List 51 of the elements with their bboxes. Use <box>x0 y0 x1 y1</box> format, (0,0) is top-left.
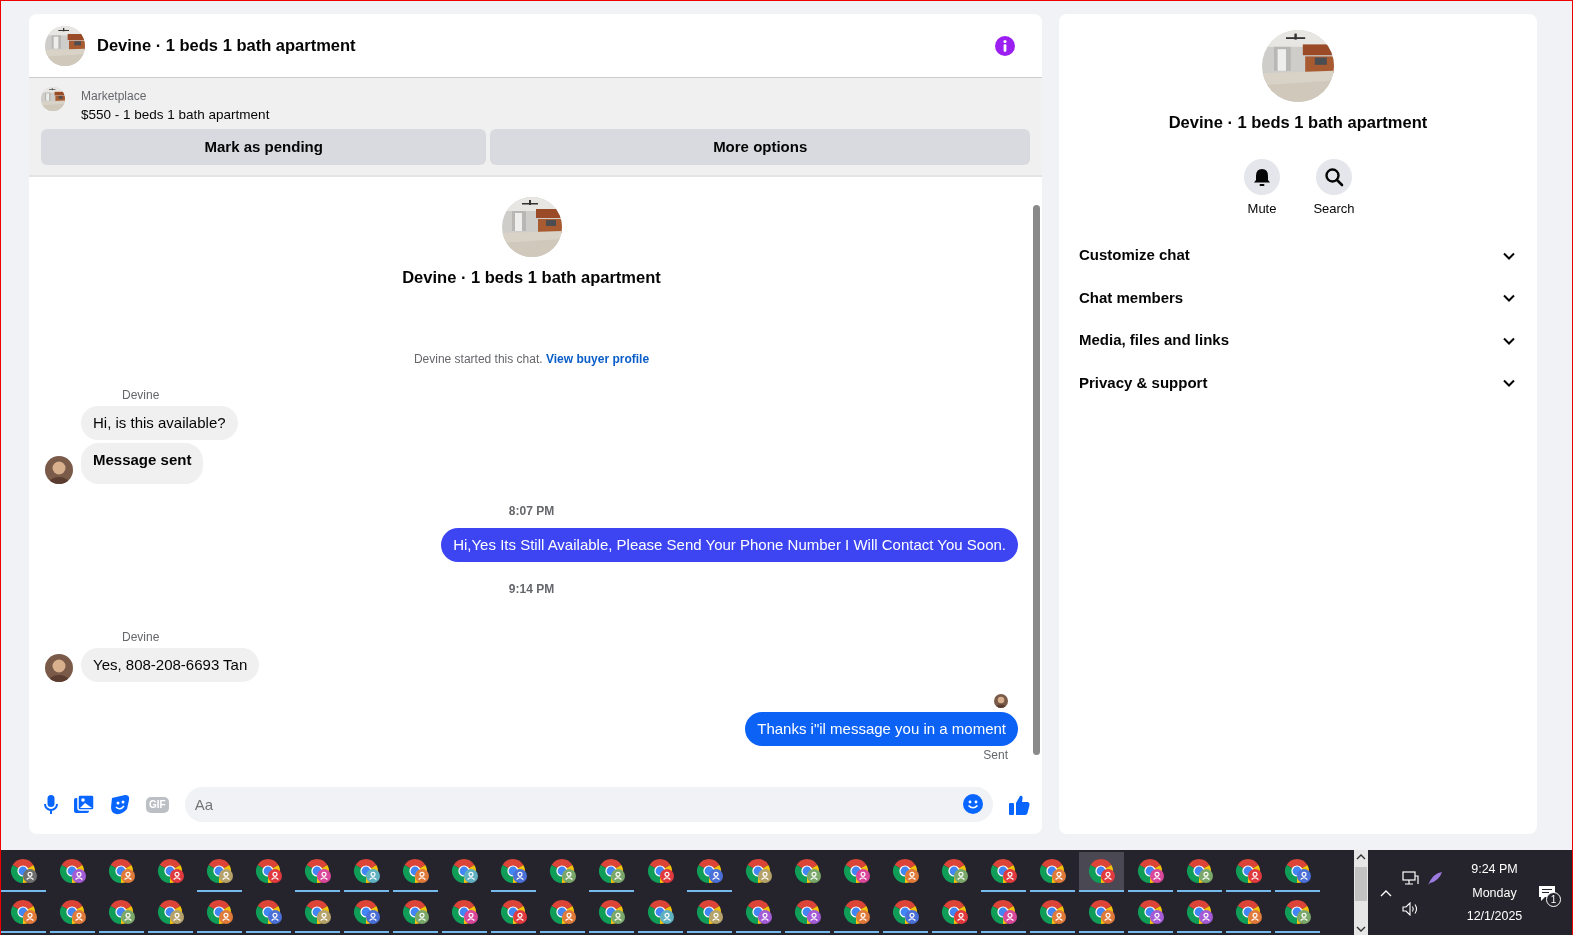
message-bubble: Yes, 808-208-6693 Tan <box>81 648 260 682</box>
chevron-down-icon <box>1503 336 1515 345</box>
chat-title: Devine · 1 beds 1 bath apartment <box>97 35 356 57</box>
sender-name: Devine <box>122 629 161 646</box>
message-bubble: Hi,Yes Its Still Available, Please Send Your Phone Number I Will Contact You Soon. <box>441 528 1018 562</box>
chat-notice: Devine started this chat. View buyer profile <box>412 351 651 368</box>
clock-day[interactable]: Monday <box>1472 883 1517 903</box>
volume-icon[interactable] <box>1402 901 1419 916</box>
buyer-profile-link[interactable]: View buyer profile <box>545 352 650 366</box>
chevron-down-icon <box>1503 294 1515 302</box>
taskbar-button[interactable] <box>1079 852 1124 892</box>
timestamp: 8:07 PM <box>507 503 556 520</box>
scroll-down-icon[interactable] <box>1356 926 1366 932</box>
feather-icon[interactable] <box>1427 870 1443 886</box>
search-icon <box>1316 158 1352 195</box>
message-field[interactable]: Aa <box>184 787 993 822</box>
mark-pending-button[interactable]: Mark as pending <box>41 129 487 166</box>
listing-source: Marketplace <box>81 88 148 105</box>
message-bubble: Message sent <box>81 443 204 484</box>
chevron-down-icon <box>1503 251 1515 260</box>
scrollbar-thumb[interactable] <box>1355 867 1367 901</box>
accordion-header[interactable]: Privacy & support <box>1063 361 1533 405</box>
intro-title: Devine · 1 beds 1 bath apartment <box>402 267 661 289</box>
mute-button[interactable]: Mute <box>1234 158 1290 219</box>
message-bubble: Thanks i"il message you in a moment <box>745 712 1018 746</box>
sticker-icon[interactable] <box>110 794 130 815</box>
info-icon[interactable] <box>994 34 1016 57</box>
message-status: Sent <box>983 747 1008 764</box>
thumbs-up-icon[interactable] <box>1009 794 1030 815</box>
listing-title[interactable]: $550 - 1 beds 1 bath apartment <box>81 105 270 126</box>
accordion-header[interactable]: Media, files and links <box>1063 319 1533 362</box>
network-icon[interactable] <box>1402 870 1419 886</box>
accordion-header[interactable]: Chat members <box>1063 276 1533 320</box>
chevron-up-icon[interactable] <box>1380 889 1392 897</box>
search-button[interactable]: Search <box>1306 158 1362 219</box>
message-bubble: Hi, is this available? <box>81 406 238 440</box>
clock-date[interactable]: 12/1/2025 <box>1466 907 1523 927</box>
seen-avatar <box>994 694 1008 708</box>
accordion-header[interactable]: Customize chat <box>1063 234 1533 277</box>
timestamp: 9:14 PM <box>507 581 556 598</box>
chevron-down-icon <box>1503 379 1515 387</box>
microphone-icon[interactable] <box>44 794 58 815</box>
sender-name: Devine <box>122 387 161 404</box>
clock-time[interactable]: 9:24 PM <box>1471 859 1518 879</box>
scrollbar-thumb[interactable] <box>1032 205 1040 756</box>
bell-icon <box>1244 158 1280 195</box>
details-title: Devine · 1 beds 1 bath apartment <box>1168 112 1428 133</box>
photo-icon[interactable] <box>74 795 94 814</box>
scroll-up-icon[interactable] <box>1356 854 1366 860</box>
more-options-button[interactable]: More options <box>490 129 1030 166</box>
emoji-icon[interactable] <box>963 794 983 814</box>
